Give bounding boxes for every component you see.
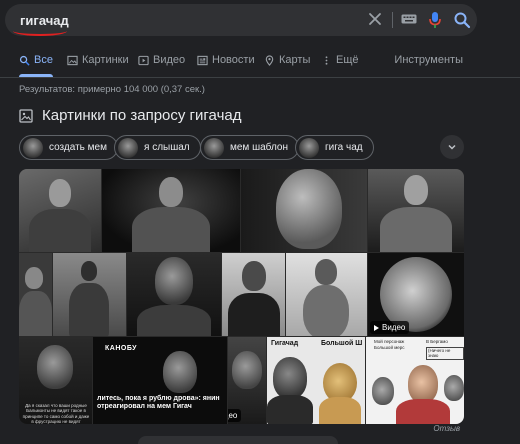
tools-button[interactable]: Инструменты — [394, 54, 463, 66]
image-result[interactable] — [286, 253, 367, 336]
chevron-down-icon — [448, 144, 456, 150]
close-icon[interactable] — [365, 9, 385, 29]
tab-news[interactable]: Новости — [197, 54, 255, 66]
tab-video[interactable]: Видео — [138, 54, 185, 66]
search-tabs: Все Картинки Видео Новости Карты Ещё Инс… — [0, 48, 520, 78]
keyboard-icon[interactable] — [401, 13, 417, 25]
search-bar[interactable]: гигачад — [5, 4, 477, 36]
meme-note: Мой персонаж — [374, 339, 405, 344]
image-result[interactable] — [241, 169, 367, 252]
tab-more[interactable]: Ещё — [321, 54, 359, 66]
more-vertical-icon — [325, 55, 328, 65]
image-result[interactable]: Видео — [228, 337, 266, 424]
search-results-page: гигачад Все Картинки Видео Новости Карты… — [0, 0, 520, 444]
divider — [392, 12, 393, 28]
news-icon — [197, 55, 208, 65]
image-result[interactable]: Мой персонаж Большой мерс В Бергамо (Нич… — [366, 337, 464, 424]
feedback-link[interactable]: Отзыв — [433, 424, 460, 433]
tab-all[interactable]: Все — [19, 54, 53, 66]
image-caption: Да я сказал что ваши родные Бальмонты не… — [22, 403, 90, 424]
play-icon — [138, 55, 149, 65]
image-result[interactable] — [102, 169, 240, 252]
meme-note: Большой мерс — [374, 345, 405, 350]
chip-thumbnail — [204, 137, 224, 158]
chips-next-button[interactable] — [440, 135, 464, 159]
map-pin-icon — [265, 54, 274, 66]
tab-label: Все — [34, 54, 53, 66]
image-icon — [19, 108, 33, 123]
image-result[interactable] — [127, 253, 221, 336]
images-section-title: Картинки по запросу гигачад — [42, 107, 242, 124]
image-result[interactable]: Да я сказал что ваши родные Бальмонты не… — [19, 337, 92, 424]
tab-label: Картинки — [82, 54, 129, 66]
video-badge: Видео — [370, 321, 410, 334]
chip-i-heard[interactable]: я слышал — [114, 135, 201, 160]
meme-note: (Ничего не знаю — [426, 347, 464, 360]
image-grid: Видео Да я сказал что ваши родные Бальмо… — [19, 169, 464, 424]
search-icon — [19, 55, 30, 66]
chip-label: мем шаблон — [230, 142, 288, 153]
video-badge: Видео — [228, 409, 242, 422]
red-underline-annotation — [13, 26, 67, 36]
image-caption: литесь, пока я рублю дрова»: янин отреаг… — [97, 395, 220, 411]
chip-thumbnail — [23, 137, 43, 158]
play-icon — [374, 324, 379, 331]
image-result[interactable]: Гигачад Большой Ш — [267, 337, 365, 424]
more-images-button[interactable] — [138, 436, 338, 444]
image-result[interactable] — [222, 253, 285, 336]
tab-label: Карты — [279, 54, 311, 66]
chip-label: я слышал — [144, 142, 190, 153]
meme-note: В Бергамо — [426, 339, 448, 344]
image-result[interactable] — [368, 169, 464, 252]
image-result[interactable]: КАНОБУ литесь, пока я рублю дрова»: янин… — [93, 337, 227, 424]
chip-label: гига чад — [325, 142, 363, 153]
brand-logo: КАНОБУ — [105, 345, 138, 352]
active-tab-indicator — [19, 74, 53, 77]
chip-thumbnail — [118, 137, 138, 158]
tab-label: Новости — [212, 54, 255, 66]
chip-giga-chad[interactable]: гига чад — [295, 135, 374, 160]
meme-label: Большой Ш — [321, 340, 363, 347]
chip-label: создать мем — [49, 142, 107, 153]
microphone-icon[interactable] — [428, 11, 442, 29]
image-result[interactable] — [53, 253, 126, 336]
tab-maps[interactable]: Карты — [264, 54, 310, 66]
image-result[interactable] — [19, 253, 52, 336]
tab-images[interactable]: Картинки — [67, 54, 129, 66]
related-chips: создать мем я слышал мем шаблон гига чад — [19, 135, 469, 161]
result-stats: Результатов: примерно 104 000 (0,37 сек.… — [19, 84, 205, 95]
video-label: Видео — [382, 323, 406, 332]
images-section-header[interactable]: Картинки по запросу гигачад — [19, 107, 241, 124]
search-icon[interactable] — [453, 11, 471, 29]
chip-meme-template[interactable]: мем шаблон — [200, 135, 299, 160]
video-label: Видео — [228, 411, 238, 420]
tab-label: Видео — [153, 54, 186, 66]
chip-thumbnail — [299, 137, 319, 158]
image-result[interactable] — [19, 169, 101, 252]
image-icon — [67, 55, 78, 65]
meme-label: Гигачад — [271, 340, 299, 347]
chip-create-meme[interactable]: создать мем — [19, 135, 118, 160]
image-result[interactable]: Видео — [368, 253, 464, 336]
tab-label: Ещё — [336, 54, 359, 66]
